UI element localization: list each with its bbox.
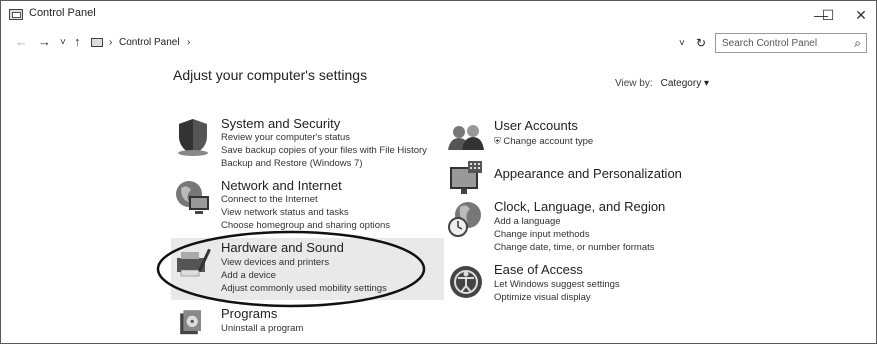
refresh-icon[interactable]: ↻ [696, 36, 706, 50]
view-by-label: View by: [615, 78, 653, 89]
monitor-palette-icon [450, 161, 482, 194]
category-name-appearance[interactable]: Appearance and Personalization [494, 166, 682, 181]
category-name-system[interactable]: System and Security [221, 116, 340, 131]
link-change-account-type[interactable]: ⛨ Change account type [494, 136, 593, 147]
category-name-network[interactable]: Network and Internet [221, 178, 342, 193]
control-panel-window: Control Panel — ☐ ✕ ← → ˅ ↑ › Control Pa… [0, 0, 877, 344]
category-name-programs[interactable]: Programs [221, 306, 277, 321]
link-homegroup[interactable]: Choose homegroup and sharing options [221, 220, 390, 231]
forward-button[interactable]: → [38, 34, 51, 50]
printer-speaker-icon [177, 248, 211, 277]
link-change-account-type-label: Change account type [503, 136, 594, 147]
link-connect-internet[interactable]: Connect to the Internet [221, 194, 318, 205]
link-file-history[interactable]: Save backup copies of your files with Fi… [221, 145, 427, 156]
breadcrumb-control-panel[interactable]: Control Panel [119, 37, 180, 48]
category-name-users[interactable]: User Accounts [494, 118, 578, 133]
category-system-and-security: System and Security Review your computer… [173, 116, 433, 169]
ease-of-access-icon [450, 266, 482, 298]
maximize-button[interactable]: ☐ [813, 5, 843, 25]
address-dropdown-icon[interactable]: ˅ [679, 38, 685, 49]
category-programs: Programs Uninstall a program [173, 306, 373, 342]
link-add-language[interactable]: Add a language [494, 216, 561, 227]
breadcrumb-separator-icon[interactable]: › [187, 37, 190, 48]
link-suggest-settings[interactable]: Let Windows suggest settings [494, 279, 620, 290]
link-mobility-settings[interactable]: Adjust commonly used mobility settings [221, 283, 387, 294]
link-backup-restore[interactable]: Backup and Restore (Windows 7) [221, 158, 363, 169]
search-input[interactable]: Search Control Panel ⌕ [715, 33, 867, 53]
navigation-bar: ← → ˅ ↑ › Control Panel › ˅ ↻ Search Con… [1, 31, 876, 57]
address-bar[interactable]: › Control Panel › ˅ ↻ [89, 35, 711, 53]
link-review-status[interactable]: Review your computer's status [221, 132, 350, 143]
search-icon[interactable]: ⌕ [854, 36, 861, 51]
link-date-time-formats[interactable]: Change date, time, or number formats [494, 242, 655, 253]
category-name-ease[interactable]: Ease of Access [494, 262, 583, 277]
programs-icon [180, 310, 201, 335]
shield-icon [178, 119, 208, 156]
category-network-and-internet: Network and Internet Connect to the Inte… [173, 178, 433, 231]
category-hardware-and-sound: Hardware and Sound View devices and prin… [173, 240, 438, 298]
category-name-hardware[interactable]: Hardware and Sound [221, 240, 344, 255]
category-clock-language-region: Clock, Language, and Region Add a langua… [446, 199, 676, 255]
link-uninstall-program[interactable]: Uninstall a program [221, 323, 303, 334]
recent-locations-button[interactable]: ˅ [60, 35, 66, 51]
category-ease-of-access: Ease of Access Let Windows suggest setti… [446, 262, 676, 303]
link-optimize-display[interactable]: Optimize visual display [494, 292, 591, 303]
address-control-panel-icon [91, 38, 103, 47]
up-button[interactable]: ↑ [74, 34, 81, 50]
users-icon [448, 125, 484, 150]
title-bar: Control Panel — ☐ ✕ [1, 1, 876, 29]
clock-globe-icon [448, 202, 481, 237]
category-appearance: Appearance and Personalization [446, 159, 682, 199]
link-input-methods[interactable]: Change input methods [494, 229, 590, 240]
category-name-clock[interactable]: Clock, Language, and Region [494, 199, 665, 214]
link-add-device[interactable]: Add a device [221, 270, 276, 281]
uac-shield-icon: ⛨ [494, 136, 501, 146]
page-title: Adjust your computer's settings [173, 67, 368, 83]
link-devices-printers[interactable]: View devices and printers [221, 257, 329, 268]
search-placeholder: Search Control Panel [722, 38, 818, 49]
window-title: Control Panel [29, 7, 96, 19]
close-button[interactable]: ✕ [846, 5, 876, 25]
control-panel-icon [9, 9, 23, 20]
link-network-status[interactable]: View network status and tasks [221, 207, 349, 218]
breadcrumb-separator-icon: › [109, 37, 113, 48]
network-globe-icon [176, 181, 209, 214]
back-button[interactable]: ← [15, 34, 28, 50]
view-by-dropdown[interactable]: Category ▾ [661, 78, 709, 89]
category-user-accounts: User Accounts ⛨ Change account type [446, 118, 646, 154]
view-by: View by: Category ▾ [615, 78, 709, 89]
